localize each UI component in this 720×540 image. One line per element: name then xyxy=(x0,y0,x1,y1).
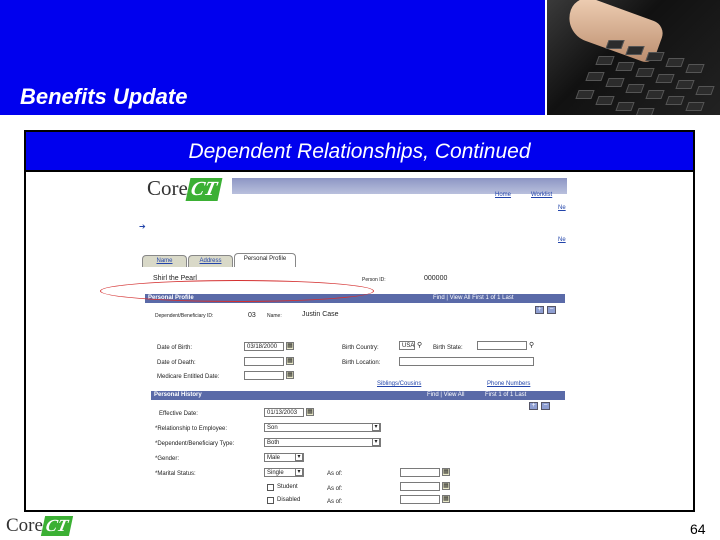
home-link[interactable]: Home xyxy=(495,192,511,198)
gender-label: *Gender: xyxy=(155,456,180,462)
marital-status-label: *Marital Status: xyxy=(155,471,196,477)
footer-logo-ct: CT xyxy=(40,516,73,536)
logo-core-text: Core xyxy=(147,178,188,200)
medicare-date-label: Medicare Entitled Date: xyxy=(157,374,220,380)
effective-date-field[interactable]: 01/13/2003 xyxy=(264,408,304,417)
effective-date-label: Effective Date: xyxy=(159,411,198,417)
birth-country-field[interactable]: USA xyxy=(399,341,415,350)
new-window-link-2[interactable]: Ne xyxy=(558,237,566,243)
delete-row-icon[interactable]: − xyxy=(547,306,556,314)
add-row-icon[interactable]: + xyxy=(529,402,538,410)
disabled-checkbox[interactable] xyxy=(267,497,274,504)
birth-state-field[interactable] xyxy=(477,341,527,350)
tab-address[interactable]: Address xyxy=(188,255,233,267)
date-of-death-label: Date of Death: xyxy=(157,360,196,366)
student-as-of-field[interactable] xyxy=(400,482,440,491)
student-checkbox[interactable] xyxy=(267,484,274,491)
calendar-icon[interactable]: ▦ xyxy=(306,408,314,416)
tab-personal-profile[interactable]: Personal Profile xyxy=(234,253,296,267)
calendar-icon[interactable]: ▦ xyxy=(286,357,294,365)
personal-profile-nav[interactable]: Find | View All First 1 of 1 Last xyxy=(433,294,513,303)
phone-numbers-link[interactable]: Phone Numbers xyxy=(487,381,530,387)
siblings-cousins-link[interactable]: Siblings/Cousins xyxy=(377,381,421,387)
disabled-label: Disabled xyxy=(277,497,301,503)
tab-personal-profile-label: Personal Profile xyxy=(243,256,287,262)
calendar-icon[interactable]: ▦ xyxy=(442,468,450,476)
app-screenshot: CoreCT Home Worklist Ne Ne ➔ Name Addres… xyxy=(137,178,567,510)
person-id-label: Person ID: xyxy=(362,277,386,283)
birth-location-field[interactable] xyxy=(399,357,534,366)
add-row-icon[interactable]: + xyxy=(535,306,544,314)
dependent-type-select[interactable]: Both xyxy=(264,438,381,447)
app-logo: CoreCT xyxy=(147,178,222,201)
calendar-icon[interactable]: ▦ xyxy=(286,371,294,379)
lookup-icon[interactable]: ⚲ xyxy=(529,341,534,349)
keyboard-photo xyxy=(545,0,720,115)
slide-subtitle: Dependent Relationships, Continued xyxy=(188,140,531,163)
app-top-bar xyxy=(232,178,567,194)
dependent-type-label: *Dependent/Beneficiary Type: xyxy=(155,441,235,447)
disabled-as-of-label: As of: xyxy=(327,499,343,505)
birth-location-label: Birth Location: xyxy=(342,360,381,366)
disabled-as-of-field[interactable] xyxy=(400,495,440,504)
logo-ct-text: CT xyxy=(185,178,222,201)
birth-country-label: Birth Country: xyxy=(342,345,379,351)
student-label: Student xyxy=(277,484,298,490)
tab-name[interactable]: Name xyxy=(142,255,187,267)
delete-row-icon[interactable]: − xyxy=(541,402,550,410)
medicare-date-field[interactable] xyxy=(244,371,284,380)
calendar-icon[interactable]: ▦ xyxy=(286,342,294,350)
name-label: Name: xyxy=(267,313,282,319)
highlight-oval xyxy=(100,280,374,302)
footer-logo: CoreCT xyxy=(6,515,73,537)
arrow-icon: ➔ xyxy=(139,222,146,231)
dropdown-arrow-icon[interactable]: ▾ xyxy=(295,468,303,476)
relationship-select[interactable]: Son xyxy=(264,423,381,432)
subtitle-bar: Dependent Relationships, Continued xyxy=(26,132,693,172)
person-id-value: 000000 xyxy=(424,275,448,282)
name-value: Justin Case xyxy=(302,311,339,318)
dep-id-label: Dependent/Beneficiary ID: xyxy=(155,313,214,319)
relationship-label: *Relationship to Employee: xyxy=(155,426,228,432)
dropdown-arrow-icon[interactable]: ▾ xyxy=(295,453,303,461)
dropdown-arrow-icon[interactable]: ▾ xyxy=(372,438,380,446)
calendar-icon[interactable]: ▦ xyxy=(442,482,450,490)
dep-id-value: 03 xyxy=(248,312,256,319)
date-of-death-field[interactable] xyxy=(244,357,284,366)
page-number: 64 xyxy=(690,521,706,537)
personal-history-title: Personal History xyxy=(154,392,202,398)
date-of-birth-field[interactable]: 03/18/2000 xyxy=(244,342,284,351)
as-of-label: As of: xyxy=(327,471,343,477)
personal-history-nav-right[interactable]: First 1 of 1 Last xyxy=(485,391,526,400)
dropdown-arrow-icon[interactable]: ▾ xyxy=(372,423,380,431)
student-as-of-label: As of: xyxy=(327,486,343,492)
slide-title: Benefits Update xyxy=(20,84,188,109)
birth-state-label: Birth State: xyxy=(433,345,463,351)
tab-name-label: Name xyxy=(156,258,173,264)
personal-history-nav[interactable]: Find | View All xyxy=(427,391,464,400)
new-window-link[interactable]: Ne xyxy=(558,205,566,211)
lookup-icon[interactable]: ⚲ xyxy=(417,341,422,349)
worklist-link[interactable]: Worklist xyxy=(531,192,552,198)
calendar-icon[interactable]: ▦ xyxy=(442,495,450,503)
date-of-birth-label: Date of Birth: xyxy=(157,345,193,351)
marital-as-of-field[interactable] xyxy=(400,468,440,477)
footer-logo-core: Core xyxy=(6,515,43,536)
content-frame: Dependent Relationships, Continued CoreC… xyxy=(24,130,695,512)
tab-address-label: Address xyxy=(199,258,222,264)
